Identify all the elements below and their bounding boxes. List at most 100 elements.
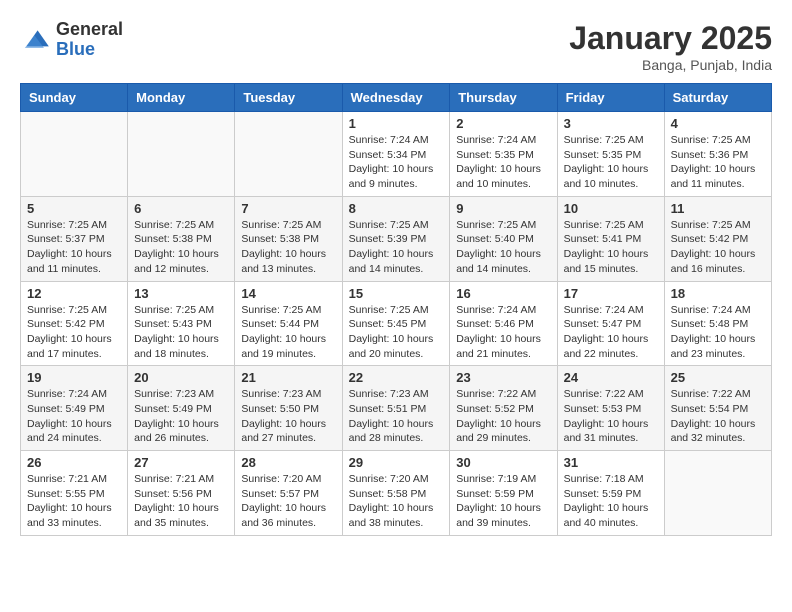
- day-number: 12: [27, 286, 121, 301]
- calendar-week-row: 5 Sunrise: 7:25 AM Sunset: 5:37 PM Daylig…: [21, 196, 772, 281]
- day-number: 1: [349, 116, 444, 131]
- day-number: 15: [349, 286, 444, 301]
- calendar-week-row: 1Sunrise: 7:24 AM Sunset: 5:34 PM Daylig…: [21, 112, 772, 197]
- weekday-header-thursday: Thursday: [450, 84, 557, 112]
- calendar-day-cell: 5 Sunrise: 7:25 AM Sunset: 5:37 PM Daylig…: [21, 196, 128, 281]
- calendar-day-cell: 3 Sunrise: 7:25 AM Sunset: 5:35 PM Daylig…: [557, 112, 664, 197]
- day-info: Sunrise: 7:18 AM Sunset: 5:59 PM Dayligh…: [564, 472, 658, 531]
- weekday-header-tuesday: Tuesday: [235, 84, 342, 112]
- day-info: Sunrise: 7:23 AM Sunset: 5:51 PM Dayligh…: [349, 387, 444, 446]
- calendar-day-cell: 26 Sunrise: 7:21 AM Sunset: 5:55 PM Dayli…: [21, 451, 128, 536]
- calendar-day-cell: 31Sunrise: 7:18 AM Sunset: 5:59 PM Dayli…: [557, 451, 664, 536]
- calendar-table: SundayMondayTuesdayWednesdayThursdayFrid…: [20, 83, 772, 536]
- day-number: 4: [671, 116, 765, 131]
- calendar-day-cell: 11Sunrise: 7:25 AM Sunset: 5:42 PM Dayli…: [664, 196, 771, 281]
- day-info: Sunrise: 7:19 AM Sunset: 5:59 PM Dayligh…: [456, 472, 550, 531]
- weekday-header-saturday: Saturday: [664, 84, 771, 112]
- day-number: 3: [564, 116, 658, 131]
- weekday-header-monday: Monday: [128, 84, 235, 112]
- weekday-header-sunday: Sunday: [21, 84, 128, 112]
- day-number: 29: [349, 455, 444, 470]
- calendar-empty-cell: [664, 451, 771, 536]
- logo: General Blue: [20, 20, 123, 60]
- weekday-header-row: SundayMondayTuesdayWednesdayThursdayFrid…: [21, 84, 772, 112]
- calendar-day-cell: 23 Sunrise: 7:22 AM Sunset: 5:52 PM Dayli…: [450, 366, 557, 451]
- calendar-day-cell: 15 Sunrise: 7:25 AM Sunset: 5:45 PM Dayli…: [342, 281, 450, 366]
- calendar-day-cell: 24 Sunrise: 7:22 AM Sunset: 5:53 PM Dayli…: [557, 366, 664, 451]
- logo-blue: Blue: [56, 40, 123, 60]
- logo-general: General: [56, 20, 123, 40]
- day-number: 14: [241, 286, 335, 301]
- calendar-day-cell: 2 Sunrise: 7:24 AM Sunset: 5:35 PM Daylig…: [450, 112, 557, 197]
- calendar-day-cell: 17Sunrise: 7:24 AM Sunset: 5:47 PM Dayli…: [557, 281, 664, 366]
- page-header: General Blue January 2025 Banga, Punjab,…: [20, 20, 772, 73]
- day-info: Sunrise: 7:23 AM Sunset: 5:49 PM Dayligh…: [134, 387, 228, 446]
- day-number: 16: [456, 286, 550, 301]
- day-number: 10: [564, 201, 658, 216]
- day-info: Sunrise: 7:24 AM Sunset: 5:47 PM Dayligh…: [564, 303, 658, 362]
- calendar-week-row: 19 Sunrise: 7:24 AM Sunset: 5:49 PM Dayli…: [21, 366, 772, 451]
- day-number: 18: [671, 286, 765, 301]
- logo-icon: [20, 24, 52, 56]
- day-info: Sunrise: 7:24 AM Sunset: 5:49 PM Dayligh…: [27, 387, 121, 446]
- calendar-day-cell: 13 Sunrise: 7:25 AM Sunset: 5:43 PM Dayli…: [128, 281, 235, 366]
- day-number: 26: [27, 455, 121, 470]
- day-info: Sunrise: 7:20 AM Sunset: 5:57 PM Dayligh…: [241, 472, 335, 531]
- day-info: Sunrise: 7:25 AM Sunset: 5:44 PM Dayligh…: [241, 303, 335, 362]
- day-info: Sunrise: 7:25 AM Sunset: 5:39 PM Dayligh…: [349, 218, 444, 277]
- calendar-day-cell: 4 Sunrise: 7:25 AM Sunset: 5:36 PM Daylig…: [664, 112, 771, 197]
- day-info: Sunrise: 7:22 AM Sunset: 5:54 PM Dayligh…: [671, 387, 765, 446]
- day-info: Sunrise: 7:25 AM Sunset: 5:45 PM Dayligh…: [349, 303, 444, 362]
- calendar-day-cell: 6 Sunrise: 7:25 AM Sunset: 5:38 PM Daylig…: [128, 196, 235, 281]
- day-number: 27: [134, 455, 228, 470]
- day-info: Sunrise: 7:25 AM Sunset: 5:36 PM Dayligh…: [671, 133, 765, 192]
- calendar-week-row: 26 Sunrise: 7:21 AM Sunset: 5:55 PM Dayli…: [21, 451, 772, 536]
- day-number: 13: [134, 286, 228, 301]
- weekday-header-wednesday: Wednesday: [342, 84, 450, 112]
- day-number: 20: [134, 370, 228, 385]
- title-block: January 2025 Banga, Punjab, India: [569, 20, 772, 73]
- calendar-day-cell: 9 Sunrise: 7:25 AM Sunset: 5:40 PM Daylig…: [450, 196, 557, 281]
- calendar-day-cell: 16 Sunrise: 7:24 AM Sunset: 5:46 PM Dayli…: [450, 281, 557, 366]
- day-info: Sunrise: 7:24 AM Sunset: 5:35 PM Dayligh…: [456, 133, 550, 192]
- day-number: 11: [671, 201, 765, 216]
- day-info: Sunrise: 7:25 AM Sunset: 5:38 PM Dayligh…: [134, 218, 228, 277]
- calendar-day-cell: 1Sunrise: 7:24 AM Sunset: 5:34 PM Daylig…: [342, 112, 450, 197]
- day-number: 19: [27, 370, 121, 385]
- calendar-empty-cell: [21, 112, 128, 197]
- day-number: 2: [456, 116, 550, 131]
- calendar-day-cell: 19 Sunrise: 7:24 AM Sunset: 5:49 PM Dayli…: [21, 366, 128, 451]
- calendar-day-cell: 22 Sunrise: 7:23 AM Sunset: 5:51 PM Dayli…: [342, 366, 450, 451]
- calendar-day-cell: 28 Sunrise: 7:20 AM Sunset: 5:57 PM Dayli…: [235, 451, 342, 536]
- day-info: Sunrise: 7:25 AM Sunset: 5:37 PM Dayligh…: [27, 218, 121, 277]
- day-info: Sunrise: 7:25 AM Sunset: 5:43 PM Dayligh…: [134, 303, 228, 362]
- day-number: 6: [134, 201, 228, 216]
- calendar-day-cell: 21 Sunrise: 7:23 AM Sunset: 5:50 PM Dayli…: [235, 366, 342, 451]
- calendar-day-cell: 18 Sunrise: 7:24 AM Sunset: 5:48 PM Dayli…: [664, 281, 771, 366]
- calendar-day-cell: 30 Sunrise: 7:19 AM Sunset: 5:59 PM Dayli…: [450, 451, 557, 536]
- day-number: 24: [564, 370, 658, 385]
- day-number: 7: [241, 201, 335, 216]
- logo-text: General Blue: [56, 20, 123, 60]
- day-info: Sunrise: 7:25 AM Sunset: 5:40 PM Dayligh…: [456, 218, 550, 277]
- day-number: 5: [27, 201, 121, 216]
- day-info: Sunrise: 7:21 AM Sunset: 5:55 PM Dayligh…: [27, 472, 121, 531]
- calendar-day-cell: 8Sunrise: 7:25 AM Sunset: 5:39 PM Daylig…: [342, 196, 450, 281]
- calendar-empty-cell: [235, 112, 342, 197]
- day-info: Sunrise: 7:20 AM Sunset: 5:58 PM Dayligh…: [349, 472, 444, 531]
- day-number: 28: [241, 455, 335, 470]
- day-number: 30: [456, 455, 550, 470]
- day-number: 23: [456, 370, 550, 385]
- day-number: 9: [456, 201, 550, 216]
- day-info: Sunrise: 7:25 AM Sunset: 5:41 PM Dayligh…: [564, 218, 658, 277]
- day-info: Sunrise: 7:22 AM Sunset: 5:52 PM Dayligh…: [456, 387, 550, 446]
- day-info: Sunrise: 7:23 AM Sunset: 5:50 PM Dayligh…: [241, 387, 335, 446]
- day-info: Sunrise: 7:25 AM Sunset: 5:35 PM Dayligh…: [564, 133, 658, 192]
- day-number: 21: [241, 370, 335, 385]
- day-info: Sunrise: 7:24 AM Sunset: 5:48 PM Dayligh…: [671, 303, 765, 362]
- day-info: Sunrise: 7:22 AM Sunset: 5:53 PM Dayligh…: [564, 387, 658, 446]
- calendar-day-cell: 29 Sunrise: 7:20 AM Sunset: 5:58 PM Dayli…: [342, 451, 450, 536]
- day-number: 22: [349, 370, 444, 385]
- location: Banga, Punjab, India: [569, 57, 772, 73]
- day-info: Sunrise: 7:24 AM Sunset: 5:46 PM Dayligh…: [456, 303, 550, 362]
